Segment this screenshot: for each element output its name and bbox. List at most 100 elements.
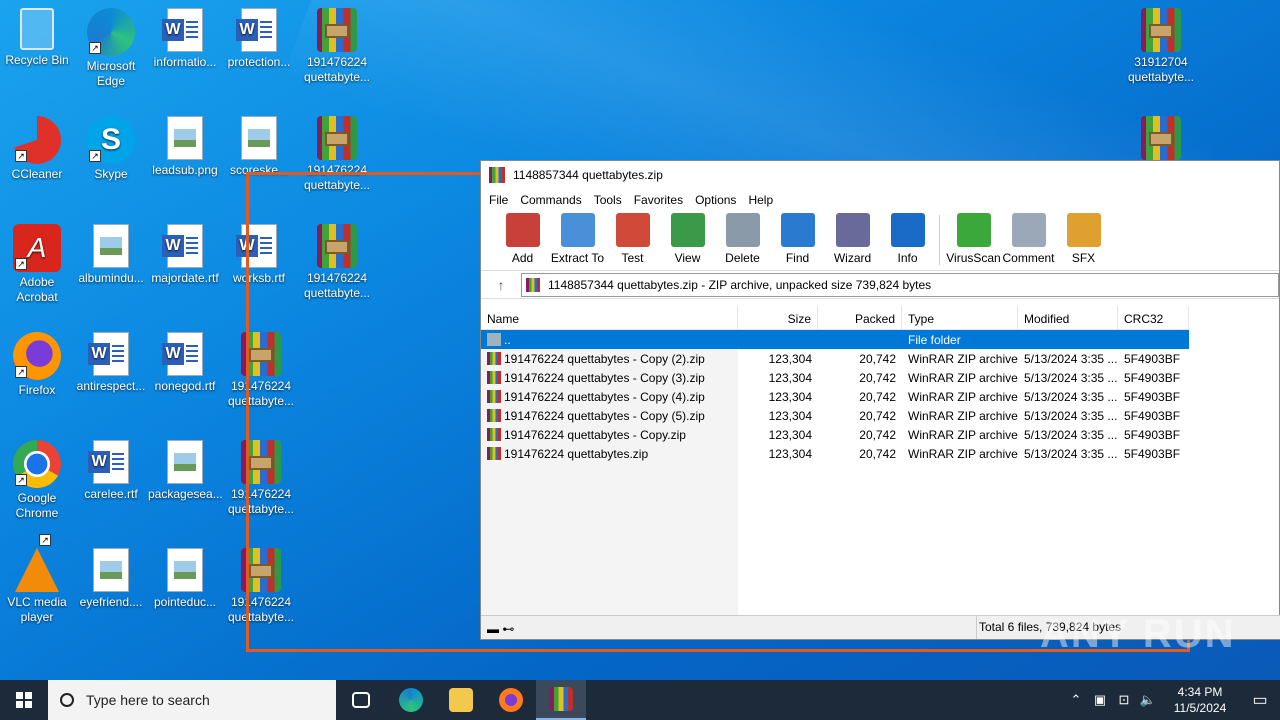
desktop-icon[interactable]: ↗ Google Chrome: [0, 440, 74, 521]
notification-icon[interactable]: ▭: [1240, 690, 1280, 710]
column-header-packed[interactable]: Packed: [818, 306, 902, 330]
desktop-icon[interactable]: Recycle Bin: [0, 8, 74, 68]
cell-crc: 5F4903BF: [1124, 389, 1181, 404]
toolbar-comment-button[interactable]: Comment: [1001, 211, 1056, 265]
menu-file[interactable]: File: [483, 193, 514, 207]
comment-icon: [1011, 213, 1046, 247]
column-header-name[interactable]: Name: [481, 306, 738, 330]
address-bar: ↑ 1148857344 quettabytes.zip - ZIP archi…: [481, 271, 1279, 299]
toolbar-test-button[interactable]: Test: [605, 211, 660, 265]
desktop-icon[interactable]: pointeduc...: [148, 548, 222, 610]
desktop-icon[interactable]: ↗ Skype: [74, 116, 148, 182]
menu-favorites[interactable]: Favorites: [628, 193, 689, 207]
desktop-icon[interactable]: leadsub.png: [148, 116, 222, 178]
cell-type: WinRAR ZIP archive: [908, 351, 1018, 366]
delete-icon: [725, 213, 760, 247]
image-file-icon: [167, 548, 203, 592]
desktop-icon[interactable]: ↗ Adobe Acrobat: [0, 224, 74, 305]
file-row[interactable]: 191476224 quettabytes - Copy (5).zip 123,…: [481, 406, 1189, 425]
winrar-icon: [549, 687, 573, 711]
desktop-icon[interactable]: 31912704 quettabyte...: [1124, 8, 1198, 85]
cell-modified: 5/13/2024 3:35 ...: [1024, 351, 1118, 366]
desktop-icon[interactable]: eyefriend....: [74, 548, 148, 610]
address-field[interactable]: 1148857344 quettabytes.zip - ZIP archive…: [521, 272, 1279, 297]
shortcut-arrow-icon: ↗: [15, 258, 27, 270]
desktop-icon[interactable]: majordate.rtf: [148, 224, 222, 286]
taskbar-edge[interactable]: [386, 680, 436, 720]
start-button[interactable]: [0, 680, 48, 720]
search-placeholder: Type here to search: [86, 692, 210, 708]
wizard-icon: [835, 213, 870, 247]
word-icon: [162, 8, 203, 52]
desktop-icon[interactable]: antirespect...: [74, 332, 148, 394]
cell-name: 191476224 quettabytes - Copy (5).zip: [504, 408, 705, 423]
menu-tools[interactable]: Tools: [588, 193, 628, 207]
toolbar-sfx-button[interactable]: SFX: [1056, 211, 1111, 265]
skype-icon: ↗: [87, 116, 135, 164]
menu-help[interactable]: Help: [742, 193, 779, 207]
desktop-icon[interactable]: carelee.rtf: [74, 440, 148, 502]
desktop-icon-label: Recycle Bin: [5, 53, 69, 67]
parent-folder-row[interactable]: .. File folder: [481, 330, 1189, 349]
desktop-icon[interactable]: ↗ VLC media player: [0, 534, 74, 625]
toolbar-delete-button[interactable]: Delete: [715, 211, 770, 265]
task-view-button[interactable]: [336, 680, 386, 720]
file-row[interactable]: 191476224 quettabytes.zip 123,304 20,742 Wi…: [481, 444, 1189, 463]
desktop-icon[interactable]: ↗ CCleaner: [0, 116, 74, 182]
toolbar-add-button[interactable]: Add: [495, 211, 550, 265]
toolbar-label: Delete: [725, 251, 760, 265]
toolbar-find-button[interactable]: Find: [770, 211, 825, 265]
file-row[interactable]: 191476224 quettabytes - Copy (2).zip 123,…: [481, 349, 1189, 368]
cell-modified: 5/13/2024 3:35 ...: [1024, 408, 1118, 423]
desktop-icon[interactable]: scoreske...: [222, 116, 296, 178]
toolbar-wizard-button[interactable]: Wizard: [825, 211, 880, 265]
column-header-modified[interactable]: Modified: [1018, 306, 1118, 330]
desktop-icon[interactable]: 191476224 quettabyte...: [300, 8, 374, 85]
desktop-icon[interactable]: [1124, 116, 1198, 163]
desktop-icon[interactable]: informatio...: [148, 8, 222, 70]
window-titlebar[interactable]: 1148857344 quettabytes.zip: [481, 161, 1279, 189]
taskbar-explorer[interactable]: [436, 680, 486, 720]
window-title: 1148857344 quettabytes.zip: [513, 168, 663, 182]
toolbar-label: Comment: [1002, 251, 1055, 265]
taskbar-winrar[interactable]: [536, 680, 586, 720]
column-header-size[interactable]: Size: [738, 306, 818, 330]
taskbar-firefox[interactable]: [486, 680, 536, 720]
cell-packed: 20,742: [859, 351, 896, 366]
menu-options[interactable]: Options: [689, 193, 742, 207]
desktop-icon-label: Google Chrome: [15, 491, 59, 520]
toolbar-extract-to-button[interactable]: Extract To: [550, 211, 605, 265]
desktop-icon[interactable]: protection...: [222, 8, 296, 70]
desktop-icon[interactable]: nonegod.rtf: [148, 332, 222, 394]
volume-icon[interactable]: 🔈: [1136, 692, 1160, 708]
desktop-icon[interactable]: ↗ Microsoft Edge: [74, 8, 148, 89]
task-view-icon: [352, 692, 370, 708]
file-row[interactable]: 191476224 quettabytes - Copy.zip 123,304 2…: [481, 425, 1189, 444]
clock[interactable]: 4:34 PM 11/5/2024: [1160, 684, 1240, 716]
folder-icon: [487, 332, 501, 346]
toolbar-virusscan-button[interactable]: VirusScan: [946, 211, 1001, 265]
desktop-icon[interactable]: ↗ Firefox: [0, 332, 74, 398]
toolbar-info-button[interactable]: Info: [880, 211, 935, 265]
cell-crc: 5F4903BF: [1124, 408, 1181, 423]
up-arrow-icon[interactable]: ↑: [481, 277, 521, 293]
menu-commands[interactable]: Commands: [514, 193, 587, 207]
toolbar-separator: [939, 215, 940, 265]
network-icon[interactable]: ⊡: [1112, 692, 1136, 708]
desktop-icon[interactable]: albumindu...: [74, 224, 148, 286]
toolbar-label: Extract To: [550, 251, 605, 265]
taskbar-search[interactable]: Type here to search: [48, 680, 336, 720]
chevron-up-icon[interactable]: ⌃: [1064, 692, 1088, 708]
find-icon: [780, 213, 815, 247]
desktop-icon[interactable]: packagesea...: [148, 440, 222, 502]
column-header-crc32[interactable]: CRC32: [1118, 306, 1189, 330]
column-header-type[interactable]: Type: [902, 306, 1018, 330]
file-row[interactable]: 191476224 quettabytes - Copy (3).zip 123,…: [481, 368, 1189, 387]
device-icon[interactable]: ▣: [1088, 692, 1112, 708]
winrar-icon: [1141, 8, 1181, 52]
file-row[interactable]: 191476224 quettabytes - Copy (4).zip 123,…: [481, 387, 1189, 406]
toolbar-view-button[interactable]: View: [660, 211, 715, 265]
cell-packed: 20,742: [859, 370, 896, 385]
extract-to-icon: [560, 213, 595, 247]
toolbar-label: View: [674, 251, 701, 265]
